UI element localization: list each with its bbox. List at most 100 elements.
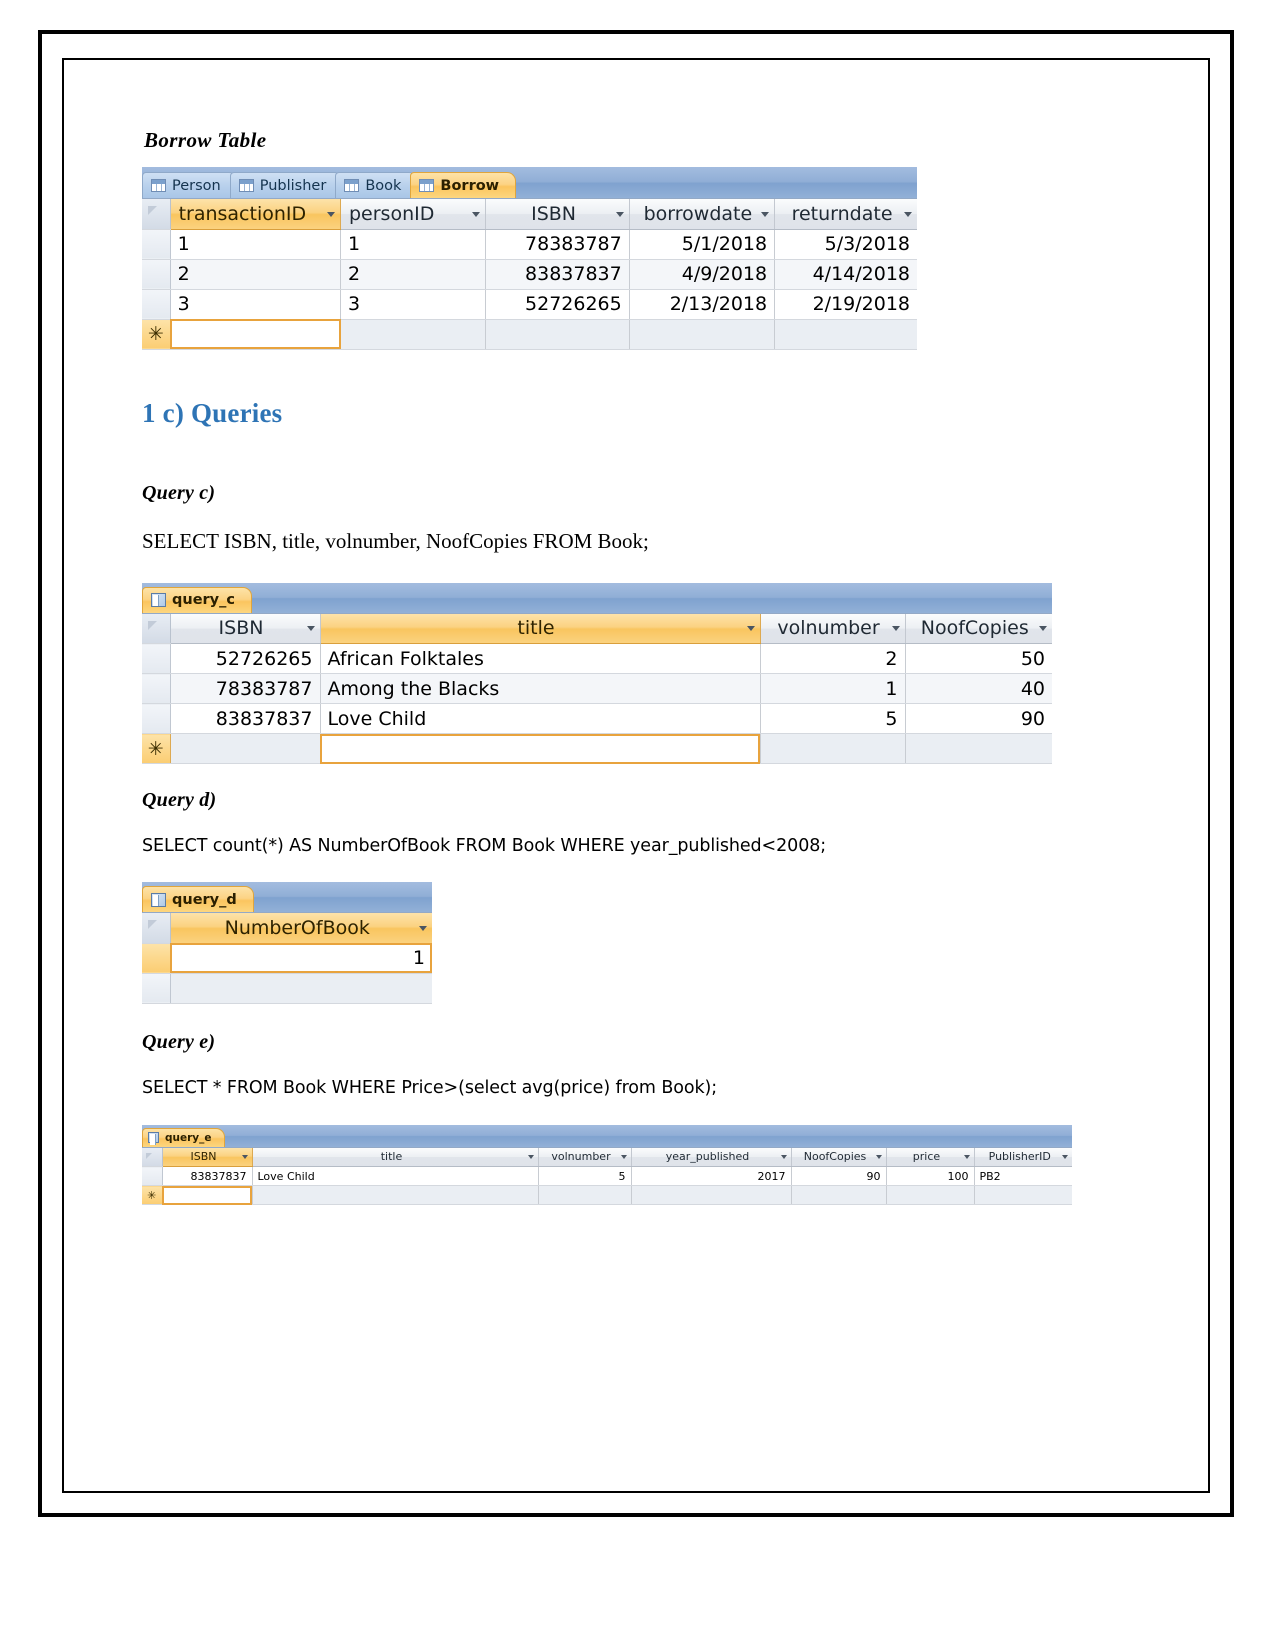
new-record-row[interactable]: ✳	[142, 319, 917, 350]
table-row[interactable]: 3 3 52726265 2/13/2018 2/19/2018	[142, 289, 917, 320]
new-record-marker-icon[interactable]: ✳	[142, 319, 171, 350]
new-record-row[interactable]: ✳	[142, 733, 1052, 764]
cell-personid[interactable]: 2	[340, 259, 487, 290]
cell-volnumber[interactable]: 1	[760, 673, 906, 704]
chevron-down-icon[interactable]	[1062, 1154, 1068, 1159]
cell-personid[interactable]: 1	[340, 229, 487, 260]
chevron-down-icon[interactable]	[615, 211, 624, 217]
table-row[interactable]: 1	[142, 943, 432, 974]
column-header-noofcopies[interactable]: NoofCopies	[905, 613, 1052, 644]
new-record-cell-publisherid[interactable]	[974, 1185, 1072, 1205]
column-header-price[interactable]: price	[886, 1147, 975, 1167]
row-selector[interactable]	[142, 973, 171, 1004]
cell-isbn[interactable]: 83837837	[170, 703, 321, 734]
chevron-down-icon[interactable]	[241, 1154, 248, 1159]
chevron-down-icon[interactable]	[419, 925, 427, 931]
cell-isbn[interactable]: 83837837	[485, 259, 630, 290]
chevron-down-icon[interactable]	[891, 626, 900, 632]
table-row[interactable]: 1 1 78383787 5/1/2018 5/3/2018	[142, 229, 917, 260]
row-selector[interactable]	[142, 229, 171, 260]
cell-borrowdate[interactable]: 5/1/2018	[629, 229, 776, 260]
new-record-cell-isbn[interactable]	[162, 1185, 253, 1205]
select-all-corner[interactable]	[142, 613, 171, 644]
column-header-title[interactable]: title	[252, 1147, 539, 1167]
cell-volnumber[interactable]: 2	[760, 643, 906, 674]
row-selector[interactable]	[142, 289, 171, 320]
new-record-cell-price[interactable]	[886, 1185, 975, 1205]
cell-year-published[interactable]: 2017	[631, 1166, 792, 1186]
table-row[interactable]: 83837837 Love Child 5 2017 90 100 PB2	[142, 1166, 1072, 1186]
table-row[interactable]: 52726265 African Folktales 2 50	[142, 643, 1052, 674]
column-header-transactionid[interactable]: transactionID	[170, 199, 342, 230]
cell-isbn[interactable]: 52726265	[485, 289, 630, 320]
chevron-down-icon[interactable]	[780, 1154, 787, 1159]
column-header-isbn[interactable]: ISBN	[485, 199, 630, 230]
new-record-cell-returndate[interactable]	[774, 319, 917, 350]
cell-returndate[interactable]: 5/3/2018	[774, 229, 917, 260]
new-record-marker-icon[interactable]: ✳	[142, 1185, 163, 1205]
cell-publisherid[interactable]: PB2	[974, 1166, 1072, 1186]
tab-person[interactable]: Person	[142, 172, 238, 198]
new-record-cell-isbn[interactable]	[485, 319, 630, 350]
chevron-down-icon[interactable]	[527, 1154, 534, 1159]
chevron-down-icon[interactable]	[1039, 626, 1047, 632]
column-header-publisherid[interactable]: PublisherID	[974, 1147, 1072, 1167]
column-header-isbn[interactable]: ISBN	[162, 1147, 253, 1167]
new-record-cell-title[interactable]	[252, 1185, 539, 1205]
column-header-isbn[interactable]: ISBN	[170, 613, 321, 644]
table-row[interactable]: 78383787 Among the Blacks 1 40	[142, 673, 1052, 704]
chevron-down-icon[interactable]	[306, 626, 315, 632]
tab-query-c[interactable]: query_c	[142, 586, 252, 613]
column-header-noofcopies[interactable]: NoofCopies	[791, 1147, 887, 1167]
new-record-cell-title[interactable]	[320, 733, 761, 764]
cell-transactionid[interactable]: 1	[170, 229, 342, 260]
tab-book[interactable]: Book	[335, 172, 419, 198]
row-selector[interactable]	[142, 943, 171, 974]
new-record-cell-volnumber[interactable]	[538, 1185, 632, 1205]
chevron-down-icon[interactable]	[963, 1154, 970, 1159]
cell-title[interactable]: Love Child	[252, 1166, 539, 1186]
chevron-down-icon[interactable]	[620, 1154, 627, 1159]
cell-noofcopies[interactable]: 50	[905, 643, 1052, 674]
column-header-numberofbook[interactable]: NumberOfBook	[170, 913, 432, 944]
cell-returndate[interactable]: 2/19/2018	[774, 289, 917, 320]
cell-transactionid[interactable]: 2	[170, 259, 342, 290]
new-record-cell-personid[interactable]	[340, 319, 487, 350]
column-header-title[interactable]: title	[320, 613, 761, 644]
new-record-cell-noofcopies[interactable]	[791, 1185, 887, 1205]
new-record-cell-volnumber[interactable]	[760, 733, 906, 764]
cell-numberofbook[interactable]: 1	[170, 943, 432, 974]
chevron-down-icon[interactable]	[746, 626, 755, 632]
column-header-volnumber[interactable]: volnumber	[760, 613, 906, 644]
cell-returndate[interactable]: 4/14/2018	[774, 259, 917, 290]
chevron-down-icon[interactable]	[472, 211, 481, 217]
tab-publisher[interactable]: Publisher	[229, 172, 344, 198]
new-record-cell-borrowdate[interactable]	[629, 319, 776, 350]
cell-noofcopies[interactable]: 90	[905, 703, 1052, 734]
tab-query-d[interactable]: query_d	[142, 886, 254, 912]
cell-noofcopies[interactable]: 90	[791, 1166, 887, 1186]
new-record-cell-transactionid[interactable]	[170, 319, 342, 350]
cell-personid[interactable]: 3	[340, 289, 487, 320]
row-selector[interactable]	[142, 1166, 163, 1186]
row-selector[interactable]	[142, 643, 171, 674]
table-row[interactable]: 83837837 Love Child 5 90	[142, 703, 1052, 734]
cell-price[interactable]: 100	[886, 1166, 975, 1186]
cell-volnumber[interactable]: 5	[760, 703, 906, 734]
new-record-marker-icon[interactable]: ✳	[142, 733, 171, 764]
new-record-cell-noofcopies[interactable]	[905, 733, 1052, 764]
cell-title[interactable]: Among the Blacks	[320, 673, 761, 704]
new-record-cell-isbn[interactable]	[170, 733, 321, 764]
select-all-corner[interactable]	[142, 199, 171, 230]
cell-title[interactable]: Love Child	[320, 703, 761, 734]
chevron-down-icon[interactable]	[904, 211, 912, 217]
select-all-corner[interactable]	[142, 1147, 163, 1167]
cell-noofcopies[interactable]: 40	[905, 673, 1052, 704]
chevron-down-icon[interactable]	[875, 1154, 882, 1159]
cell-isbn[interactable]: 78383787	[170, 673, 321, 704]
tab-borrow[interactable]: Borrow	[410, 172, 517, 198]
column-header-personid[interactable]: personID	[340, 199, 487, 230]
cell-isbn[interactable]: 52726265	[170, 643, 321, 674]
cell-isbn[interactable]: 83837837	[162, 1166, 253, 1186]
row-selector[interactable]	[142, 259, 171, 290]
